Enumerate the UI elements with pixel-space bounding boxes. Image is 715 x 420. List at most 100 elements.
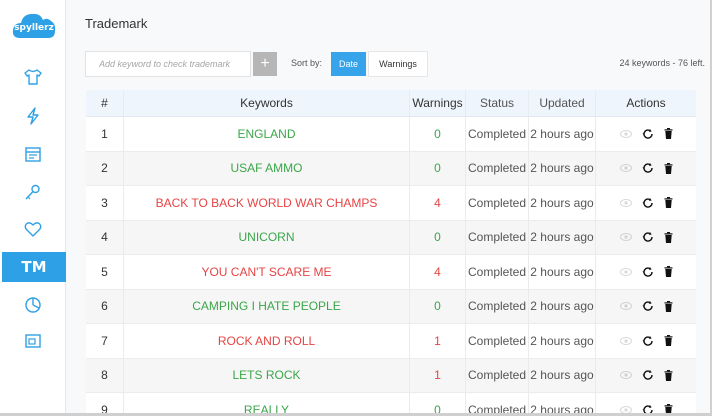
sidebar-item-designs[interactable] [0,62,66,92]
updated-text: 2 hours ago [529,186,596,220]
status-text: Completed [466,393,529,413]
status-text: Completed [466,289,529,323]
table-row: 3 BACK TO BACK WORLD WAR CHAMPS 4 Completed… [86,186,696,221]
status-text: Completed [466,186,529,220]
lightning-icon [27,107,39,125]
trash-icon[interactable] [664,266,673,278]
row-number: 5 [86,255,124,289]
updated-text: 2 hours ago [529,358,596,392]
table-row: 7 ROCK AND ROLL 1 Completed 2 hours ago [86,324,696,359]
refresh-icon[interactable] [642,369,654,381]
table-row: 2 USAF AMMO 0 Completed 2 hours ago [86,151,696,186]
refresh-icon[interactable] [642,266,654,278]
refresh-icon[interactable] [642,404,654,416]
shirt-icon [24,69,42,85]
eye-icon[interactable] [619,267,632,277]
eye-icon[interactable] [619,198,632,208]
sidebar-item-resize[interactable] [0,326,66,356]
row-number: 6 [86,289,124,323]
trash-icon[interactable] [664,197,673,209]
column-header-warnings[interactable]: Warnings [410,90,466,116]
updated-text: 2 hours ago [529,255,596,289]
keyword-text[interactable]: CAMPING I HATE PEOPLE [124,289,410,323]
column-header-status[interactable]: Status [466,90,529,116]
sidebar-item-label: TM [21,258,47,276]
row-number: 3 [86,186,124,220]
eye-icon[interactable] [619,336,632,346]
warnings-count: 0 [410,393,466,413]
keyword-text[interactable]: ROCK AND ROLL [124,324,410,358]
refresh-icon[interactable] [642,162,654,174]
status-text: Completed [466,220,529,254]
eye-icon[interactable] [619,232,632,242]
warnings-count: 0 [410,220,466,254]
refresh-icon[interactable] [642,197,654,209]
updated-text: 2 hours ago [529,220,596,254]
eye-icon[interactable] [619,163,632,173]
logo[interactable]: spyllerz [10,8,58,46]
main-content: Trademark + Sort by: Date Warnings 24 ke… [67,0,710,416]
keyword-text[interactable]: REALLY [124,393,410,413]
sidebar-item-favorites[interactable] [0,214,66,244]
eye-icon[interactable] [619,370,632,380]
sidebar-item-keywords[interactable] [0,177,66,207]
sidebar-item-calendar[interactable] [0,139,66,169]
column-header-keywords[interactable]: Keywords [124,90,410,116]
sort-date-button[interactable]: Date [331,52,366,76]
page-title: Trademark [85,16,148,31]
table-row: 6 CAMPING I HATE PEOPLE 0 Completed 2 hours … [86,289,696,324]
add-keyword-button[interactable]: + [253,52,277,76]
trash-icon[interactable] [664,404,673,415]
refresh-icon[interactable] [642,128,654,140]
table-row: 4 UNICORN 0 Completed 2 hours ago [86,220,696,255]
column-header-updated[interactable]: Updated [529,90,596,116]
sidebar-item-trademark[interactable]: TM [2,252,66,282]
refresh-icon[interactable] [642,335,654,347]
updated-text: 2 hours ago [529,289,596,323]
logo-text: spyllerz [14,23,54,33]
updated-text: 2 hours ago [529,324,596,358]
sort-warnings-button[interactable]: Warnings [368,51,428,77]
trash-icon[interactable] [664,231,673,243]
keyword-text[interactable]: YOU CAN'T SCARE ME [124,255,410,289]
table-header: # Keywords Warnings Status Updated Actio… [86,90,696,117]
column-header-number[interactable]: # [86,90,124,116]
keyword-text[interactable]: UNICORN [124,220,410,254]
app-window: spyllerz TM Trademark + [0,0,712,416]
keyword-text[interactable]: USAF AMMO [124,151,410,185]
trash-icon[interactable] [664,162,673,174]
keyword-input[interactable] [85,51,251,77]
pie-chart-icon [25,297,41,313]
table-row: 9 REALLY 0 Completed 2 hours ago [86,393,696,416]
keyword-text[interactable]: BACK TO BACK WORLD WAR CHAMPS [124,186,410,220]
row-actions [596,117,696,151]
trash-icon[interactable] [664,128,673,140]
table-row: 8 LETS ROCK 1 Completed 2 hours ago [86,358,696,393]
keyword-counter: 24 keywords - 76 left. [619,58,705,68]
warnings-count: 1 [410,324,466,358]
eye-icon[interactable] [619,129,632,139]
status-text: Completed [466,117,529,151]
table-body: 1 ENGLAND 0 Completed 2 hours ago 2 USAF AMMO 0… [86,117,696,416]
row-actions [596,359,696,393]
heart-icon [24,222,42,237]
trash-icon[interactable] [664,335,673,347]
eye-icon[interactable] [619,405,632,415]
row-actions [596,221,696,255]
row-number: 1 [86,117,124,151]
row-number: 4 [86,220,124,254]
eye-icon[interactable] [619,301,632,311]
refresh-icon[interactable] [642,231,654,243]
updated-text: 2 hours ago [529,393,596,413]
sidebar-item-stats[interactable] [0,290,66,320]
row-actions [596,290,696,324]
row-number: 8 [86,358,124,392]
trash-icon[interactable] [664,369,673,381]
status-text: Completed [466,324,529,358]
column-header-actions: Actions [626,96,666,110]
sidebar-item-trends[interactable] [0,101,66,131]
keyword-text[interactable]: LETS ROCK [124,358,410,392]
keyword-text[interactable]: ENGLAND [124,117,410,151]
refresh-icon[interactable] [642,300,654,312]
trash-icon[interactable] [664,300,673,312]
